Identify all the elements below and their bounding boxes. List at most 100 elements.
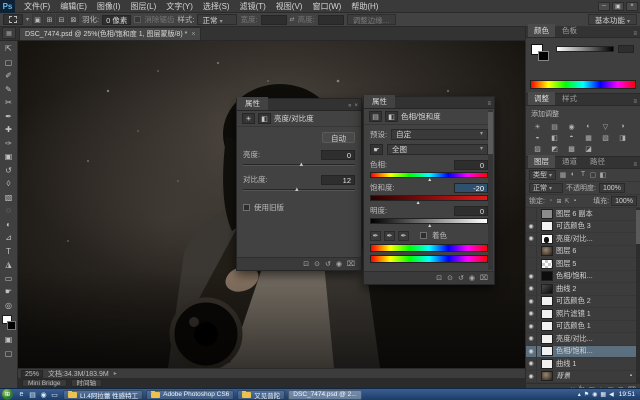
panel-title-bar[interactable]: 属性 ≡ (364, 97, 494, 109)
layer-thumbnail[interactable] (541, 209, 553, 219)
ie-icon[interactable]: e (16, 390, 27, 400)
layer-visibility-icon[interactable]: ◉ (526, 371, 537, 383)
view-previous-state-icon[interactable]: ⊙ (314, 260, 320, 268)
layer-row[interactable]: ◉ 背景 ▪ (526, 371, 640, 384)
layer-thumbnail[interactable] (541, 259, 553, 269)
targeted-adjustment-icon[interactable]: ☛ (370, 144, 383, 155)
layer-filter-select[interactable]: 类型 ▾ (529, 170, 556, 180)
lock-all-icon[interactable]: ▪ (571, 198, 579, 205)
clip-indicator-icon[interactable]: ◧ (385, 111, 398, 122)
panel-menu-icon[interactable]: ≡ (633, 99, 640, 105)
photo-filter-icon[interactable]: ◓ (563, 132, 580, 143)
menu-item[interactable]: 选择(S) (198, 0, 235, 13)
color-spectrum-ramp[interactable] (530, 80, 636, 89)
blur-tool[interactable]: ◌ (1, 204, 17, 218)
tool-preset-caret[interactable]: ▾ (26, 16, 29, 23)
vibrance-icon[interactable]: ▽ (597, 121, 614, 132)
eraser-tool[interactable]: ◊ (1, 177, 17, 191)
layer-row[interactable]: ◉ 可选颜色 3 (526, 221, 640, 234)
type-tool[interactable]: T (1, 245, 17, 259)
show-hidden-icons-icon[interactable]: ▴ (578, 391, 581, 398)
hue-saturation-icon[interactable]: ◑ (614, 121, 631, 132)
layer-row[interactable]: 图层 6 (526, 246, 640, 259)
filter-pixel-layers-icon[interactable]: ▦ (558, 171, 568, 179)
arrange-documents-icon[interactable]: ▦ (2, 27, 16, 39)
eyedropper-tool[interactable]: ✒ (1, 110, 17, 124)
contrast-value-field[interactable]: 12 (321, 175, 355, 185)
update-icon[interactable]: ◉ (592, 391, 597, 398)
background-color-swatch[interactable] (7, 321, 16, 330)
brush-tool[interactable]: ✑ (1, 137, 17, 151)
panel-menu-icon[interactable]: ≡ (633, 31, 640, 37)
taskbar-window-button[interactable]: LI.4阿拉蕾 性感特工 (63, 390, 143, 400)
contrast-slider[interactable]: ▲ (243, 186, 355, 195)
clip-to-layer-icon[interactable]: ⊡ (303, 260, 309, 268)
delete-icon[interactable]: ⌧ (480, 274, 488, 282)
gradient-map-icon[interactable]: ▩ (563, 143, 580, 154)
move-tool[interactable]: ⇱ (1, 42, 17, 56)
zoom-tool[interactable]: ◎ (1, 299, 17, 313)
properties-tab[interactable]: 属性 (237, 97, 268, 110)
clip-to-layer-icon[interactable]: ⊡ (436, 274, 442, 282)
collapse-panel-icon[interactable]: « (348, 103, 351, 109)
layer-row[interactable]: ◉ 色相/饱和... (526, 271, 640, 284)
layer-row[interactable]: 图层 6 副本 (526, 208, 640, 221)
add-selection-icon[interactable]: ⊞ (44, 14, 55, 25)
hand-tool[interactable]: ☛ (1, 285, 17, 299)
layers-scrollbar[interactable] (636, 208, 640, 383)
saturation-value-field[interactable]: -20 (454, 183, 488, 193)
healing-brush-tool[interactable]: ✚ (1, 123, 17, 137)
blend-mode-select[interactable]: 正常 ▾ (529, 183, 563, 193)
color-balance-icon[interactable]: ◒ (529, 132, 546, 143)
view-previous-state-icon[interactable]: ⊙ (447, 274, 453, 282)
levels-icon[interactable]: ▤ (546, 121, 563, 132)
hue-value-field[interactable]: 0 (454, 160, 488, 170)
channel-select[interactable]: 全图▾ (387, 144, 488, 155)
swap-dimensions-icon[interactable]: ⇄ (290, 16, 295, 23)
panel-tab[interactable]: 图层 (528, 155, 555, 168)
reset-icon[interactable]: ↺ (325, 260, 331, 268)
restore-button[interactable]: ▣ (612, 2, 624, 11)
layer-visibility-icon[interactable]: ◉ (526, 271, 537, 283)
history-brush-tool[interactable]: ↺ (1, 164, 17, 178)
subtract-selection-icon[interactable]: ⊟ (56, 14, 67, 25)
layer-thumbnail[interactable] (541, 296, 553, 306)
menu-item[interactable]: 帮助(H) (346, 0, 383, 13)
panel-scrollbar[interactable] (488, 110, 493, 270)
lock-position-icon[interactable]: ⇱ (563, 198, 571, 205)
bottom-panel-tab[interactable]: 时间轴 (71, 379, 103, 387)
curves-icon[interactable]: ◉ (563, 121, 580, 132)
minimize-button[interactable]: ─ (598, 2, 610, 11)
color-slider[interactable] (556, 46, 614, 52)
layer-visibility-icon[interactable]: ◉ (526, 233, 537, 245)
menu-item[interactable]: 图像(I) (92, 0, 126, 13)
panel-tab[interactable]: 样式 (556, 92, 583, 105)
properties-tab[interactable]: 属性 (364, 95, 395, 108)
zoom-level-field[interactable]: 25% (21, 370, 43, 378)
eyedropper-icon[interactable]: ✒ (370, 231, 381, 241)
layer-visibility-icon[interactable]: ◉ (526, 221, 537, 233)
show-desktop-icon[interactable]: ▭ (49, 390, 60, 400)
volume-icon[interactable]: ◀ (609, 391, 614, 398)
media-player-icon[interactable]: ◉ (38, 390, 49, 400)
panel-title-bar[interactable]: 属性 « × (237, 99, 361, 111)
layer-thumbnail[interactable] (541, 246, 553, 256)
panel-tab[interactable]: 色板 (556, 24, 583, 37)
layer-row[interactable]: ◉ 色相/饱和... (526, 346, 640, 359)
taskbar-document-button[interactable]: DSC_7474.psd @ 2... (288, 390, 361, 400)
layer-thumbnail[interactable] (541, 271, 553, 281)
close-button[interactable]: × (626, 2, 638, 11)
layer-row[interactable]: ◉ 可选颜色 1 (526, 321, 640, 334)
posterize-icon[interactable]: ▨ (529, 143, 546, 154)
color-lookup-icon[interactable]: ▧ (597, 132, 614, 143)
panel-tab[interactable]: 通道 (556, 155, 583, 168)
layer-thumbnail[interactable] (541, 309, 553, 319)
refine-edge-button[interactable]: 调整边缘… (347, 14, 397, 25)
filter-adjustment-layers-icon[interactable]: ◐ (568, 171, 578, 179)
quick-selection-tool[interactable]: ✎ (1, 83, 17, 97)
menu-item[interactable]: 窗口(W) (307, 0, 346, 13)
visibility-icon[interactable]: ◉ (336, 260, 342, 268)
document-tab[interactable]: DSC_7474.psd @ 25%(色相/饱和度 1, 图层蒙版/8) * × (19, 27, 201, 40)
layer-thumbnail[interactable] (541, 371, 553, 381)
new-selection-icon[interactable]: ▣ (32, 14, 43, 25)
